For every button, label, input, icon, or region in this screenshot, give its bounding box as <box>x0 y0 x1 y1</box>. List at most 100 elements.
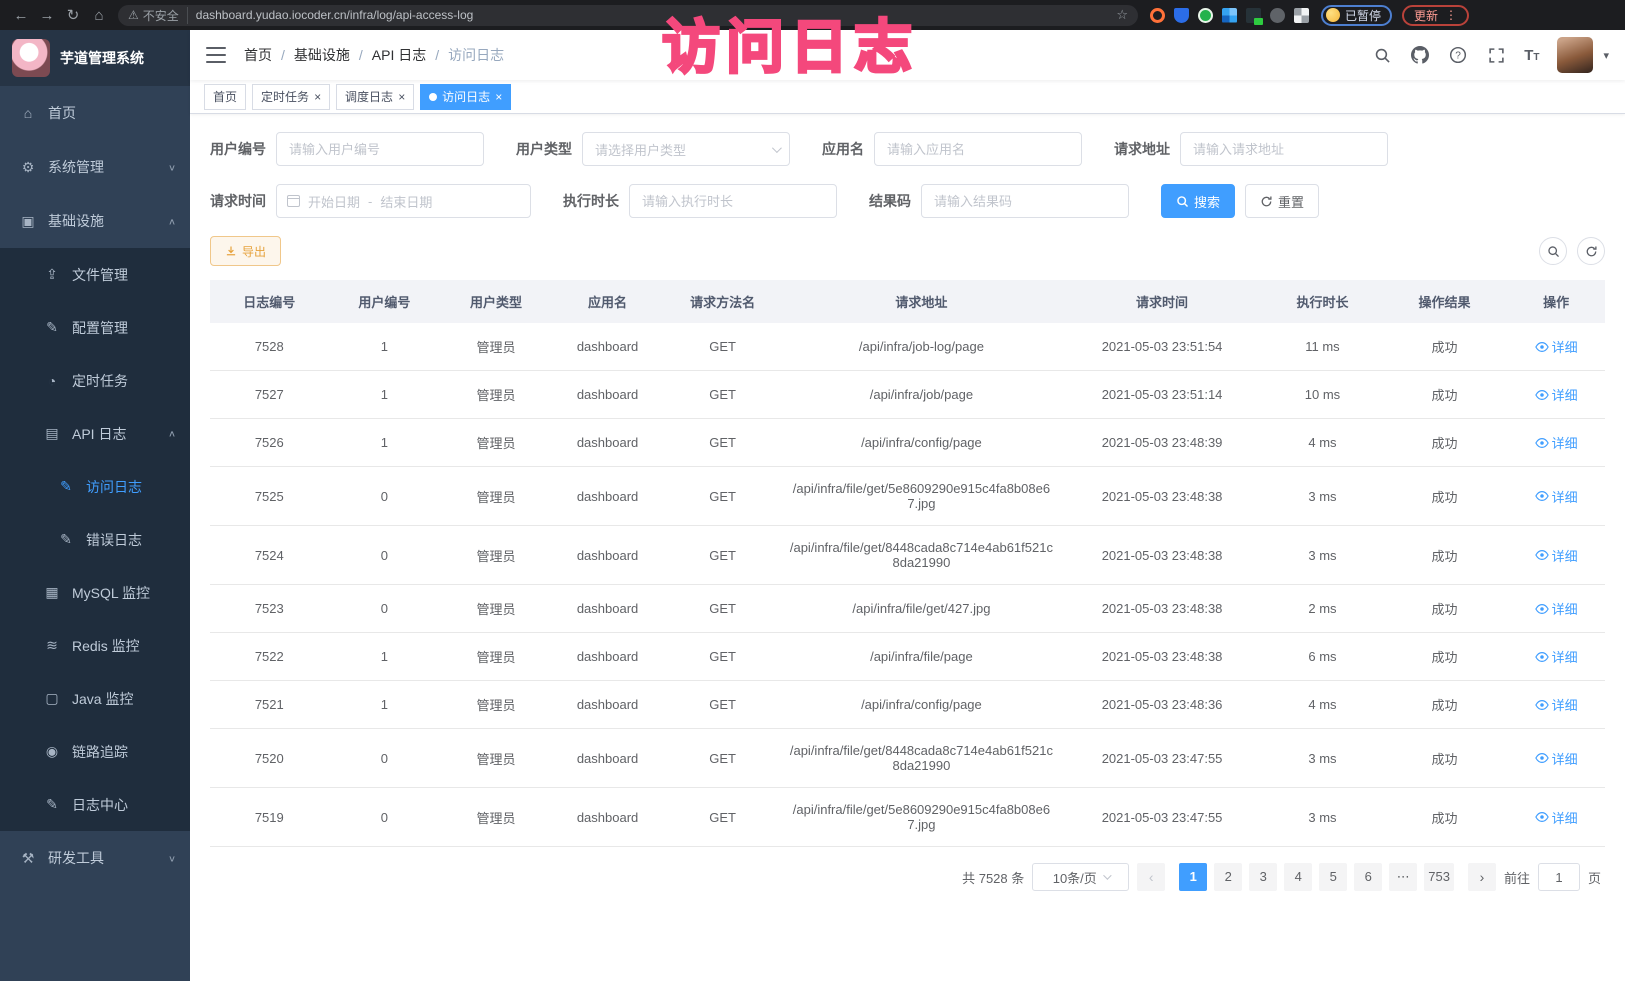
request-url-input[interactable] <box>1180 132 1388 166</box>
edit-icon: ✎ <box>58 531 74 548</box>
browser-home-icon[interactable]: ⌂ <box>86 7 112 24</box>
cell-result: 成功 <box>1382 419 1508 467</box>
view-tab[interactable]: 调度日志 × <box>336 84 414 110</box>
sidebar-item-label: 基础设施 <box>48 211 104 231</box>
search-button-label: 搜索 <box>1194 192 1220 211</box>
page-size-select[interactable]: 10条/页 <box>1032 863 1129 891</box>
page-number-button[interactable]: 4 <box>1284 863 1312 891</box>
refresh-button[interactable] <box>1577 237 1605 265</box>
help-icon[interactable]: ? <box>1448 45 1468 65</box>
view-tab[interactable]: 首页 × <box>204 84 246 110</box>
breadcrumb-home[interactable]: 首页 <box>244 45 272 65</box>
chevron-up-icon: ∧ <box>168 216 176 226</box>
extension-pinwheel-icon[interactable] <box>1294 8 1309 23</box>
detail-link[interactable]: 详细 <box>1535 647 1578 666</box>
cell-user-id: 1 <box>329 371 441 419</box>
sidebar-item-mysql-monitor[interactable]: ▦ MySQL 监控 <box>0 566 190 619</box>
extension-orange-icon[interactable] <box>1150 8 1165 23</box>
browser-reload-icon[interactable]: ↻ <box>60 6 86 24</box>
goto-page-input[interactable] <box>1538 863 1580 891</box>
detail-link[interactable]: 详细 <box>1535 385 1578 404</box>
sidebar-item-java-monitor[interactable]: ▢ Java 监控 <box>0 672 190 725</box>
view-tab[interactable]: 定时任务 × <box>252 84 330 110</box>
tab-close-icon[interactable]: × <box>314 91 321 103</box>
page-number-button[interactable]: 5 <box>1319 863 1347 891</box>
reset-button[interactable]: 重置 <box>1245 184 1319 218</box>
browser-profile-chip[interactable]: 已暂停 <box>1321 5 1392 26</box>
extension-grid-icon[interactable] <box>1222 8 1237 23</box>
duration-input[interactable] <box>629 184 837 218</box>
detail-link[interactable]: 详细 <box>1535 695 1578 714</box>
sidebar-item-label: 访问日志 <box>86 477 142 497</box>
extension-gb-icon[interactable] <box>1246 8 1261 23</box>
extension-shield-icon[interactable] <box>1174 8 1189 23</box>
app-name-input[interactable] <box>874 132 1082 166</box>
sidebar-item-log-center[interactable]: ✎ 日志中心 <box>0 778 190 831</box>
next-page-button[interactable]: › <box>1468 863 1496 891</box>
sidebar-item-trace[interactable]: ◉ 链路追踪 <box>0 725 190 778</box>
page-number-button[interactable]: 1 <box>1179 863 1207 891</box>
sidebar-item-system[interactable]: ⚙ 系统管理 ∨ <box>0 140 190 194</box>
avatar-caret-down-icon[interactable]: ▾ <box>1603 49 1609 62</box>
detail-link[interactable]: 详细 <box>1535 808 1578 827</box>
prev-page-button[interactable]: ‹ <box>1137 863 1165 891</box>
detail-link[interactable]: 详细 <box>1535 433 1578 452</box>
sidebar-item-redis-monitor[interactable]: ≋ Redis 监控 <box>0 619 190 672</box>
sidebar-item-api-log[interactable]: ▤ API 日志 ∧ <box>0 407 190 460</box>
github-icon[interactable] <box>1410 45 1430 65</box>
cell-result: 成功 <box>1382 681 1508 729</box>
active-dot-icon <box>429 93 437 101</box>
font-size-icon[interactable]: TT <box>1524 47 1539 64</box>
sidebar-collapse-icon[interactable] <box>206 47 226 63</box>
page-number-button[interactable]: ⋯ <box>1389 863 1417 891</box>
detail-link[interactable]: 详细 <box>1535 599 1578 618</box>
page-number-button[interactable]: 2 <box>1214 863 1242 891</box>
detail-link[interactable]: 详细 <box>1535 487 1578 506</box>
tab-close-icon[interactable]: × <box>398 91 405 103</box>
cell-app-name: dashboard <box>552 729 664 788</box>
cell-duration: 6 ms <box>1263 633 1382 681</box>
page-number-button[interactable]: 6 <box>1354 863 1382 891</box>
table-header-cell: 操作结果 <box>1382 280 1508 323</box>
page-number-button[interactable]: 753 <box>1424 863 1454 891</box>
detail-link[interactable]: 详细 <box>1535 546 1578 565</box>
sidebar-logo-row[interactable]: 芋道管理系统 <box>0 30 190 86</box>
user-avatar[interactable] <box>1557 37 1593 73</box>
extension-grey-icon[interactable] <box>1270 8 1285 23</box>
sidebar-item-dev-tools[interactable]: ⚒ 研发工具 ∨ <box>0 831 190 885</box>
request-time-range-picker[interactable]: 开始日期 - 结束日期 <box>276 184 531 218</box>
search-icon[interactable] <box>1372 45 1392 65</box>
cell-log-id: 7524 <box>210 526 329 585</box>
result-code-input[interactable] <box>921 184 1129 218</box>
toggle-search-button[interactable] <box>1539 237 1567 265</box>
security-chip[interactable]: ⚠ 不安全 <box>128 7 188 24</box>
browser-back-icon[interactable]: ← <box>8 7 34 24</box>
extension-green-icon[interactable] <box>1198 8 1213 23</box>
sidebar-item-error-log[interactable]: ✎ 错误日志 <box>0 513 190 566</box>
cell-user-id: 0 <box>329 467 441 526</box>
browser-menu-dots-icon[interactable]: ⋮ <box>1445 8 1457 22</box>
user-type-select[interactable]: 请选择用户类型 <box>582 132 790 166</box>
browser-forward-icon[interactable]: → <box>34 7 60 24</box>
sidebar-item-home[interactable]: ⌂ 首页 <box>0 86 190 140</box>
sidebar-item-scheduled-jobs[interactable]: ◔ 定时任务 <box>0 354 190 407</box>
bookmark-star-icon[interactable]: ☆ <box>1116 7 1128 23</box>
sidebar-item-access-log[interactable]: ✎ 访问日志 <box>0 460 190 513</box>
search-button[interactable]: 搜索 <box>1161 184 1235 218</box>
browser-update-button[interactable]: 更新 ⋮ <box>1402 5 1469 26</box>
export-button[interactable]: 导出 <box>210 236 281 266</box>
tab-close-icon[interactable]: × <box>495 91 502 103</box>
sidebar-item-infra[interactable]: ▣ 基础设施 ∧ <box>0 194 190 248</box>
detail-link[interactable]: 详细 <box>1535 337 1578 356</box>
view-tab[interactable]: 访问日志 × <box>420 84 511 110</box>
detail-link[interactable]: 详细 <box>1535 749 1578 768</box>
fullscreen-icon[interactable] <box>1486 45 1506 65</box>
sidebar-item-file-manage[interactable]: ⇪ 文件管理 <box>0 248 190 301</box>
sidebar-item-label: 文件管理 <box>72 265 128 285</box>
sidebar-item-config-manage[interactable]: ✎ 配置管理 <box>0 301 190 354</box>
user-id-input[interactable] <box>276 132 484 166</box>
cell-log-id: 7523 <box>210 585 329 633</box>
page-number-button[interactable]: 3 <box>1249 863 1277 891</box>
address-bar[interactable]: ⚠ 不安全 dashboard.yudao.iocoder.cn/infra/l… <box>118 5 1138 26</box>
url-text[interactable]: dashboard.yudao.iocoder.cn/infra/log/api… <box>196 8 1109 22</box>
